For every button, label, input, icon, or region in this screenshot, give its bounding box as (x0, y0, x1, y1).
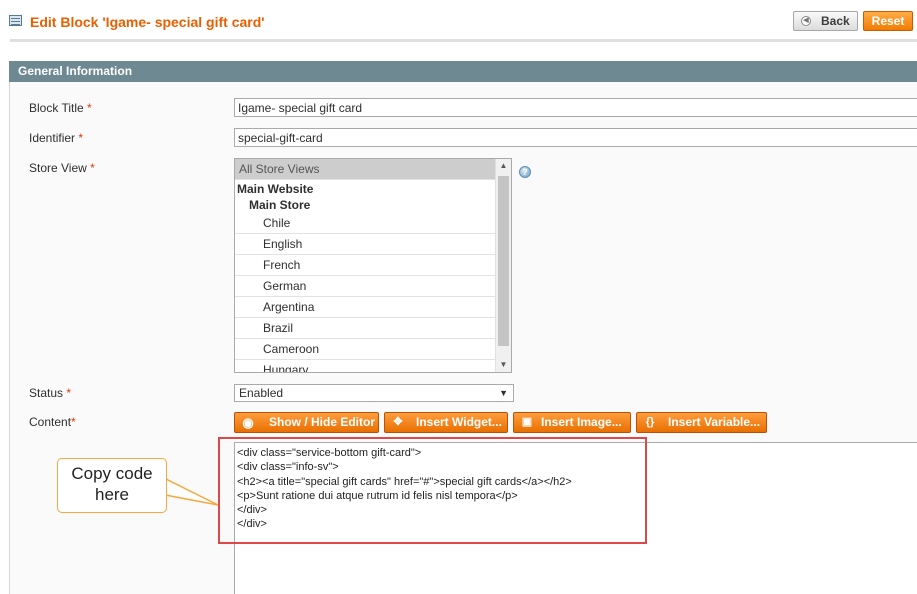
identifier-input[interactable]: special-gift-card (234, 128, 917, 147)
status-select[interactable]: Enabled ▼ (234, 384, 514, 402)
scrollbar-thumb[interactable] (498, 176, 509, 346)
block-title-input[interactable]: Igame- special gift card (234, 98, 917, 117)
store-group-website: Main Website (237, 182, 314, 196)
help-icon[interactable]: ? (519, 166, 531, 178)
store-option[interactable]: French (235, 255, 497, 276)
status-value: Enabled (239, 386, 284, 400)
cms-block-icon (9, 15, 22, 26)
dropdown-arrow-icon: ▼ (499, 388, 508, 398)
scroll-up-icon[interactable]: ▲ (496, 159, 511, 173)
back-button[interactable]: ◀ Back (793, 11, 858, 31)
status-label: Status * (29, 386, 72, 400)
store-option[interactable]: Cameroon (235, 339, 497, 360)
page-header: Edit Block 'Igame- special gift card' ◀ … (0, 0, 917, 40)
store-view-multiselect[interactable]: All Store Views Main Website Main Store … (234, 158, 512, 373)
insert-variable-button[interactable]: {} Insert Variable... (636, 412, 767, 433)
insert-variable-label: Insert Variable... (668, 415, 761, 429)
header-divider (10, 39, 917, 42)
show-hide-label: Show / Hide Editor (269, 415, 376, 429)
back-button-label: Back (821, 14, 850, 28)
store-view-label: Store View * (29, 161, 95, 175)
store-option[interactable]: Brazil (235, 318, 497, 339)
store-view-scrollbar[interactable]: ▲ ▼ (495, 159, 511, 372)
section-header: General Information (9, 61, 917, 82)
insert-widget-button[interactable]: ✥ Insert Widget... (384, 412, 508, 433)
store-option-all[interactable]: All Store Views (235, 159, 497, 180)
highlight-box (218, 437, 647, 544)
widget-icon: ✥ (393, 416, 403, 428)
variable-icon: {} (645, 416, 655, 428)
show-hide-editor-button[interactable]: ◉ Show / Hide Editor (234, 412, 379, 433)
block-title-label: Block Title * (29, 101, 92, 115)
store-group-main-store: Main Store (249, 198, 311, 212)
store-option[interactable]: English (235, 234, 497, 255)
store-option[interactable]: German (235, 276, 497, 297)
store-option[interactable]: Chile (235, 213, 497, 234)
callout-line: Copy code (71, 464, 153, 483)
content-label: Content* (29, 415, 76, 429)
reset-button[interactable]: Reset (863, 11, 913, 31)
store-option[interactable]: Hungary (235, 360, 497, 372)
insert-image-label: Insert Image... (541, 415, 622, 429)
store-option[interactable]: Argentina (235, 297, 497, 318)
insert-image-button[interactable]: ▣ Insert Image... (513, 412, 631, 433)
callout-pointer (160, 475, 219, 506)
identifier-label: Identifier * (29, 131, 84, 145)
scroll-down-icon[interactable]: ▼ (496, 358, 511, 372)
callout-line: here (94, 485, 130, 504)
image-icon: ▣ (521, 416, 533, 428)
eye-icon: ◉ (242, 415, 254, 430)
back-arrow-icon: ◀ (801, 16, 811, 26)
page-title: Edit Block 'Igame- special gift card' (30, 14, 265, 30)
callout-bubble: Copy code here (57, 458, 167, 513)
insert-widget-label: Insert Widget... (416, 415, 502, 429)
